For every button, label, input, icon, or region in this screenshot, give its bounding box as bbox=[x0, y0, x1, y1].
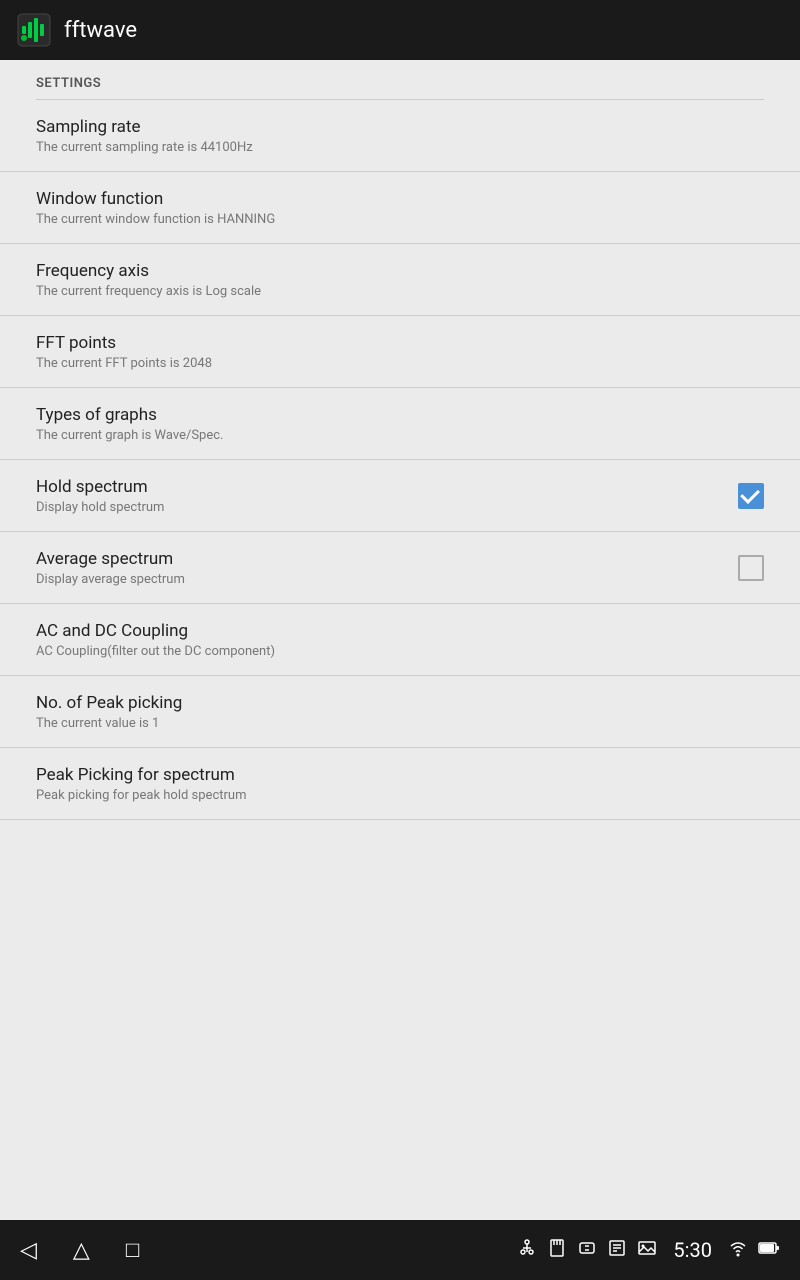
settings-item-ac-dc-coupling[interactable]: AC and DC Coupling AC Coupling(filter ou… bbox=[0, 604, 800, 676]
wifi-icon bbox=[728, 1238, 748, 1262]
settings-item-fft-points[interactable]: FFT points The current FFT points is 204… bbox=[0, 316, 800, 388]
battery-icon bbox=[758, 1238, 780, 1262]
app-icon bbox=[16, 12, 52, 48]
hold-spectrum-control[interactable] bbox=[738, 483, 764, 509]
hold-spectrum-subtitle: Display hold spectrum bbox=[36, 500, 722, 515]
settings-item-average-spectrum[interactable]: Average spectrum Display average spectru… bbox=[0, 532, 800, 604]
main-content: SETTINGS Sampling rate The current sampl… bbox=[0, 60, 800, 1220]
settings-item-text: Window function The current window funct… bbox=[36, 189, 764, 227]
sampling-rate-title: Sampling rate bbox=[36, 117, 764, 137]
settings-item-text: FFT points The current FFT points is 204… bbox=[36, 333, 764, 371]
nav-right: 5:30 bbox=[517, 1238, 780, 1262]
settings-item-frequency-axis[interactable]: Frequency axis The current frequency axi… bbox=[0, 244, 800, 316]
fft-points-subtitle: The current FFT points is 2048 bbox=[36, 356, 764, 371]
news-icon bbox=[607, 1238, 627, 1262]
peak-picking-spectrum-subtitle: Peak picking for peak hold spectrum bbox=[36, 788, 764, 803]
nav-left: ◁ △ □ bbox=[20, 1237, 139, 1263]
settings-item-no-peak-picking[interactable]: No. of Peak picking The current value is… bbox=[0, 676, 800, 748]
home-button[interactable]: △ bbox=[73, 1238, 90, 1263]
clock: 5:30 bbox=[673, 1238, 712, 1262]
settings-item-peak-picking-spectrum[interactable]: Peak Picking for spectrum Peak picking f… bbox=[0, 748, 800, 820]
window-function-title: Window function bbox=[36, 189, 764, 209]
types-of-graphs-title: Types of graphs bbox=[36, 405, 764, 425]
recent-apps-button[interactable]: □ bbox=[126, 1237, 139, 1263]
ac-dc-coupling-subtitle: AC Coupling(filter out the DC component) bbox=[36, 644, 764, 659]
window-function-subtitle: The current window function is HANNING bbox=[36, 212, 764, 227]
settings-item-text: Average spectrum Display average spectru… bbox=[36, 549, 722, 587]
settings-item-text: Peak Picking for spectrum Peak picking f… bbox=[36, 765, 764, 803]
settings-item-text: AC and DC Coupling AC Coupling(filter ou… bbox=[36, 621, 764, 659]
app-bar: fftwave bbox=[0, 0, 800, 60]
hold-spectrum-checkbox[interactable] bbox=[738, 483, 764, 509]
settings-item-sampling-rate[interactable]: Sampling rate The current sampling rate … bbox=[0, 100, 800, 172]
back-button[interactable]: ◁ bbox=[20, 1238, 37, 1263]
sd-card-icon bbox=[547, 1238, 567, 1262]
average-spectrum-title: Average spectrum bbox=[36, 549, 722, 569]
settings-item-text: Types of graphs The current graph is Wav… bbox=[36, 405, 764, 443]
settings-item-types-of-graphs[interactable]: Types of graphs The current graph is Wav… bbox=[0, 388, 800, 460]
no-peak-picking-subtitle: The current value is 1 bbox=[36, 716, 764, 731]
app-title: fftwave bbox=[64, 18, 137, 43]
fft-points-title: FFT points bbox=[36, 333, 764, 353]
types-of-graphs-subtitle: The current graph is Wave/Spec. bbox=[36, 428, 764, 443]
average-spectrum-subtitle: Display average spectrum bbox=[36, 572, 722, 587]
frequency-axis-subtitle: The current frequency axis is Log scale bbox=[36, 284, 764, 299]
image-icon bbox=[637, 1238, 657, 1262]
ac-dc-coupling-title: AC and DC Coupling bbox=[36, 621, 764, 641]
settings-item-text: Frequency axis The current frequency axi… bbox=[36, 261, 764, 299]
settings-item-window-function[interactable]: Window function The current window funct… bbox=[0, 172, 800, 244]
peak-picking-spectrum-title: Peak Picking for spectrum bbox=[36, 765, 764, 785]
settings-item-hold-spectrum[interactable]: Hold spectrum Display hold spectrum bbox=[0, 460, 800, 532]
settings-item-text: Sampling rate The current sampling rate … bbox=[36, 117, 764, 155]
usb-icon bbox=[517, 1238, 537, 1262]
usb2-icon bbox=[577, 1238, 597, 1262]
hold-spectrum-title: Hold spectrum bbox=[36, 477, 722, 497]
average-spectrum-checkbox[interactable] bbox=[738, 555, 764, 581]
settings-item-text: No. of Peak picking The current value is… bbox=[36, 693, 764, 731]
no-peak-picking-title: No. of Peak picking bbox=[36, 693, 764, 713]
sampling-rate-subtitle: The current sampling rate is 44100Hz bbox=[36, 140, 764, 155]
nav-bar: ◁ △ □ bbox=[0, 1220, 800, 1280]
settings-header: SETTINGS bbox=[0, 60, 800, 99]
average-spectrum-control[interactable] bbox=[738, 555, 764, 581]
settings-item-text: Hold spectrum Display hold spectrum bbox=[36, 477, 722, 515]
frequency-axis-title: Frequency axis bbox=[36, 261, 764, 281]
